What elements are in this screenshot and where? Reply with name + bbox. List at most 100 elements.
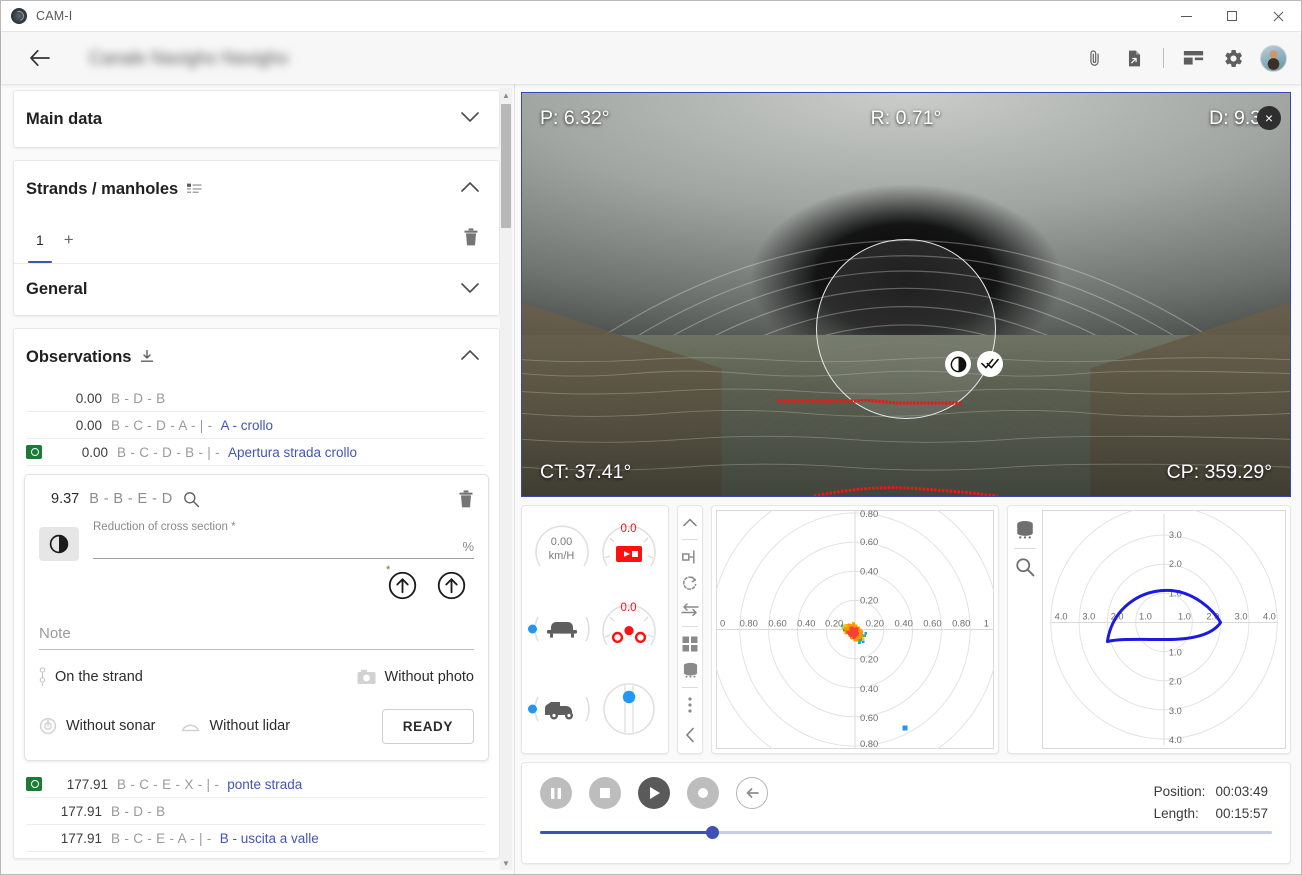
diagram-icon[interactable] [679,545,701,569]
grid-icon[interactable] [679,632,701,656]
svg-text:3.0: 3.0 [1082,610,1095,621]
search-icon[interactable] [183,491,200,508]
table-row[interactable]: 0.00 B - C - D - A - | - A - crollo [26,412,485,439]
export-document-button[interactable] [1115,39,1153,77]
flag-on-strand[interactable]: On the strand [39,667,143,687]
strand-tab-1[interactable]: 1 [26,228,54,263]
obs-label: B - uscita a valle [219,830,319,846]
time-readouts: Position: 00:03:49 Length: 00:15:57 [1154,781,1268,826]
contrast-badge-button[interactable] [945,351,971,377]
set-start-button[interactable]: * [386,565,417,600]
chevron-up-icon [461,180,479,198]
maximize-button[interactable] [1209,1,1255,31]
seek-bar[interactable] [540,825,1272,839]
close-video-button[interactable]: × [1257,106,1281,130]
svg-text:1: 1 [984,618,989,629]
svg-text:3.0: 3.0 [1235,610,1248,621]
note-input[interactable] [39,618,474,650]
rewind-button[interactable] [736,777,768,809]
svg-text:0.60: 0.60 [860,537,878,548]
strands-header[interactable]: Strands / manholes [14,161,499,217]
gauge-arc [534,525,589,567]
section-main-data[interactable]: Main data [13,90,500,148]
table-row[interactable]: 0.00 B - C - D - B - | - Apertura strada… [26,439,485,466]
measurement-circle [816,239,996,419]
scroll-down-button[interactable]: ▼ [500,856,512,870]
rotate-icon[interactable] [679,571,701,595]
svg-text:1.0: 1.0 [1169,646,1182,657]
level-gauge[interactable] [597,677,661,741]
observations-header[interactable]: Observations [14,329,499,385]
reduction-input[interactable] [93,533,474,559]
flag-without-lidar[interactable]: Without lidar [181,718,290,734]
lidar-profile-chart[interactable]: 4.0 3.0 2.0 1.0 1.0 2.0 3.0 4.0 1.0 2.0 … [1007,505,1291,754]
ready-button[interactable]: READY [381,708,474,744]
obs-chainage: 177.91 [60,803,102,819]
chevron-left-icon[interactable] [679,723,701,747]
tractor-gauge[interactable] [527,677,594,741]
minimize-button[interactable] [1163,1,1209,31]
avatar[interactable] [1260,44,1287,72]
lidar-polar-plot: 4.0 3.0 2.0 1.0 1.0 2.0 3.0 4.0 1.0 2.0 … [1042,510,1286,749]
table-row[interactable]: 177.91 B - C - E - A - | - B - uscita a … [26,825,485,852]
flags-row-2: Without sonar Without lidar READY [39,706,474,746]
double-check-badge-button[interactable] [977,351,1003,377]
scroll-up-button[interactable]: ▲ [500,88,512,102]
search-icon[interactable] [1012,553,1038,581]
database-icon[interactable] [679,658,701,682]
lights-gauge-value: 0.0 [620,602,637,615]
sonar-scatter-chart[interactable]: 0 0.80 0.60 0.40 0.20 0.20 0.40 0.60 0.8… [711,505,999,754]
obs-label: ponte strada [227,776,303,792]
svg-text:0.80: 0.80 [740,618,758,629]
delete-observation-button[interactable] [458,489,474,509]
video-viewer[interactable]: P: 6.32° R: 0.71° D: 9.37 CT: 37.41° CP:… [521,92,1291,497]
main-data-header[interactable]: Main data [14,91,499,147]
crawler-gauge[interactable] [527,597,594,661]
play-icon [649,787,660,799]
chevron-up-icon[interactable] [679,510,701,534]
lidar-icon [181,719,200,733]
close-button[interactable] [1255,1,1301,31]
table-row[interactable]: 177.91 B - C - E - X - | - ponte strada [26,771,485,798]
sidebar-scrollbar[interactable]: ▲ ▼ [500,88,512,870]
swap-arrows-icon[interactable] [679,597,701,621]
layout-button[interactable] [1174,39,1212,77]
export-document-icon [1128,50,1140,66]
more-vertical-icon[interactable] [679,693,701,717]
photo-icon [26,445,42,459]
download-icon[interactable] [140,350,154,364]
set-end-button[interactable] [437,571,466,600]
flag-without-sonar[interactable]: Without sonar [39,717,155,735]
title-bar: CAM-I [1,1,1301,32]
database-icon[interactable] [1012,516,1038,544]
lights-gauge[interactable]: 0.0 [597,597,661,661]
layout-icon [1183,51,1203,65]
record-button[interactable] [687,777,719,809]
chevron-down-icon [461,110,479,128]
flag-without-photo-label: Without photo [384,669,474,685]
flag-without-photo[interactable]: Without photo [357,669,474,685]
strand-icon [39,667,46,687]
obs-codes: B - C - E - A - | - [111,830,212,846]
toolbar-divider [682,626,698,627]
seek-thumb[interactable] [706,826,720,839]
chevron-down-icon [461,281,479,299]
camera-gauge[interactable]: 0.0 [597,518,661,582]
add-strand-button[interactable]: + [54,228,84,252]
strands-title: Strands / manholes [26,179,179,198]
reduction-unit: % [462,539,474,554]
list-icon[interactable] [187,183,202,195]
play-button[interactable] [638,777,670,809]
back-button[interactable] [23,41,57,75]
contrast-toggle-button[interactable] [39,527,79,561]
general-header[interactable]: General [14,263,499,315]
table-row[interactable]: 0.00 B - D - B [26,385,485,412]
table-row[interactable]: 177.91 B - D - B [26,798,485,825]
pause-button[interactable] [540,777,572,809]
stop-button[interactable] [589,777,621,809]
scrollbar-thumb[interactable] [501,104,511,228]
speed-gauge[interactable]: 0.00 km/H [530,518,594,582]
delete-strand-button[interactable] [463,228,479,252]
attachment-button[interactable] [1075,39,1113,77]
settings-button[interactable] [1214,39,1252,77]
